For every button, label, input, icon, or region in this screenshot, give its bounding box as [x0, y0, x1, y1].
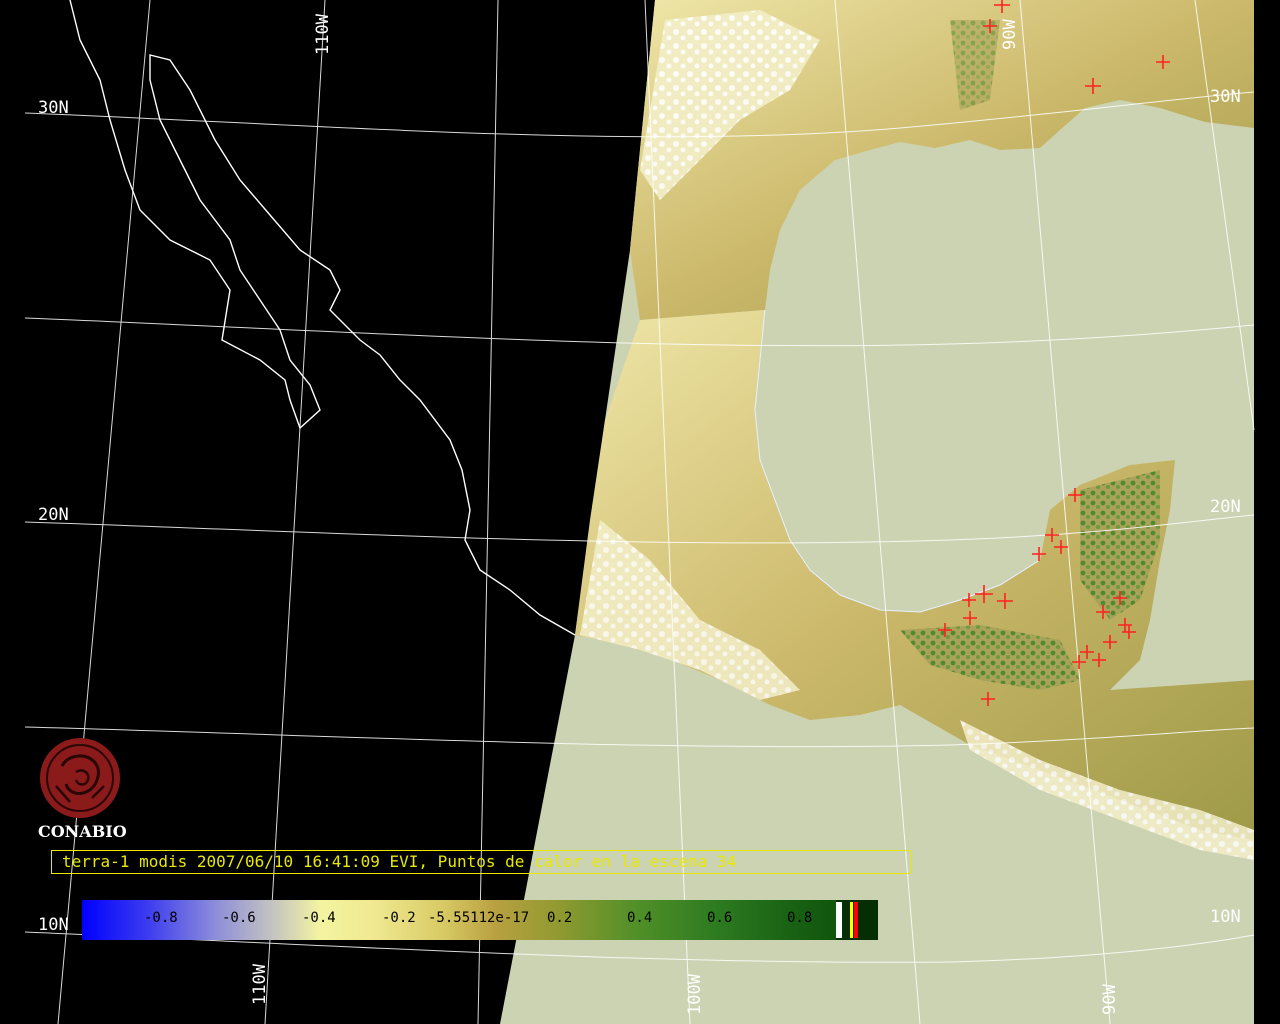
lat-label-10n-left: 10N [38, 915, 69, 935]
lon-label-90w-bottom: 90W [1100, 984, 1120, 1015]
lat-label-20n-right: 20N [1210, 497, 1241, 517]
colorbar-strip-yellow [850, 902, 853, 938]
lat-label-10n-right: 10N [1210, 907, 1241, 927]
colorbar-tick-label: -0.6 [222, 910, 256, 926]
colorbar-tick-label: -5.55112e-17 [428, 910, 530, 926]
lon-label-110w-top: 110W [313, 13, 333, 55]
lat-label-20n-left: 20N [38, 505, 69, 525]
colorbar-end-block [836, 900, 878, 940]
conabio-emblem-icon [40, 738, 120, 818]
evi-colorbar: -0.8 -0.6 -0.4 -0.2 -5.55112e-17 0.2 0.4… [82, 900, 878, 940]
lon-label-110w-bottom: 110W [250, 963, 270, 1005]
lat-label-30n-left: 30N [38, 98, 69, 118]
lat-label-30n-right: 30N [1210, 87, 1241, 107]
scene-caption-box: terra-1 modis 2007/06/10 16:41:09 EVI, P… [51, 850, 911, 874]
colorbar-tick-label: 0.2 [547, 910, 573, 926]
scene-caption: terra-1 modis 2007/06/10 16:41:09 EVI, P… [62, 852, 737, 871]
conabio-logo-text: CONABIO [38, 822, 127, 841]
colorbar-tick-label: 0.8 [787, 910, 813, 926]
colorbar-tick-label: -0.2 [382, 910, 416, 926]
colorbar-strip-red [854, 902, 858, 938]
lon-label-100w-bottom: 100W [685, 973, 705, 1015]
lon-label-90w-top: 90W [1000, 19, 1020, 50]
colorbar-strip-white [836, 902, 842, 938]
colorbar-tick-label: 0.4 [627, 910, 653, 926]
colorbar-tick-label: -0.4 [302, 910, 336, 926]
colorbar-tick-label: 0.6 [707, 910, 733, 926]
colorbar-tick-label: -0.8 [144, 910, 178, 926]
